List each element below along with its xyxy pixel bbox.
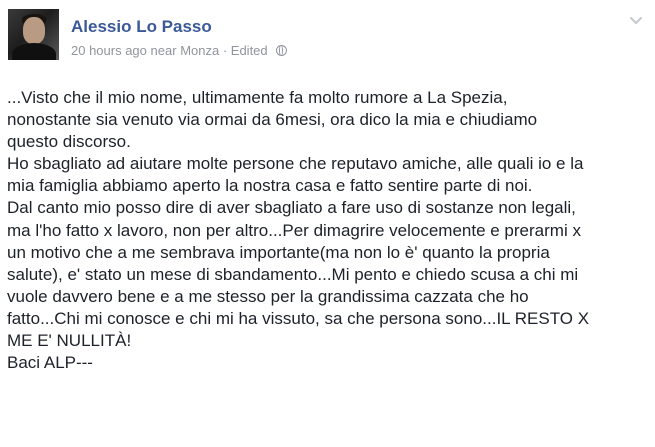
- avatar-face: [23, 17, 45, 44]
- post-line: vuole davvero bene e a me stesso per la …: [7, 286, 529, 306]
- post-line: fatto...Chi mi conosce e chi mi ha vissu…: [7, 308, 590, 328]
- post-timestamp[interactable]: 20 hours ago: [71, 43, 147, 58]
- post-line: mia famiglia abbiamo aperto la nostra ca…: [7, 176, 533, 196]
- post-line: Ho sbagliato ad aiutare molte persone ch…: [7, 154, 584, 174]
- near-label: near: [150, 43, 177, 58]
- post-line: ME E' NULLITÀ!: [7, 331, 132, 351]
- globe-icon[interactable]: [276, 45, 288, 56]
- post-line: un motivo che a me sembrava importante(m…: [7, 242, 550, 262]
- avatar[interactable]: [8, 9, 59, 60]
- post-meta: 20 hours ago near Monza · Edited: [71, 43, 288, 58]
- avatar-shoulders: [12, 43, 56, 60]
- post-line: ma l'ho fatto x lavoro, non per altro...…: [7, 220, 581, 240]
- post-card: Alessio Lo Passo 20 hours ago near Monza…: [0, 0, 655, 447]
- post-location[interactable]: Monza: [180, 43, 219, 58]
- post-line: salute), e' stato un mese di sbandamento…: [7, 264, 579, 284]
- meta-separator: ·: [219, 43, 231, 58]
- post-message: ...Visto che il mio nome, ultimamente fa…: [7, 87, 652, 374]
- post-line: nonostante sia venuto via ormai da 6mesi…: [7, 110, 538, 130]
- edited-link[interactable]: Edited: [231, 43, 268, 58]
- chevron-down-icon[interactable]: [630, 16, 642, 26]
- post-line: Dal canto mio posso dire di aver sbaglia…: [7, 198, 576, 218]
- post-line: questo discorso.: [7, 132, 131, 152]
- post-line: Baci ALP---: [7, 353, 93, 373]
- post-line: ...Visto che il mio nome, ultimamente fa…: [7, 88, 508, 107]
- author-name[interactable]: Alessio Lo Passo: [71, 17, 212, 37]
